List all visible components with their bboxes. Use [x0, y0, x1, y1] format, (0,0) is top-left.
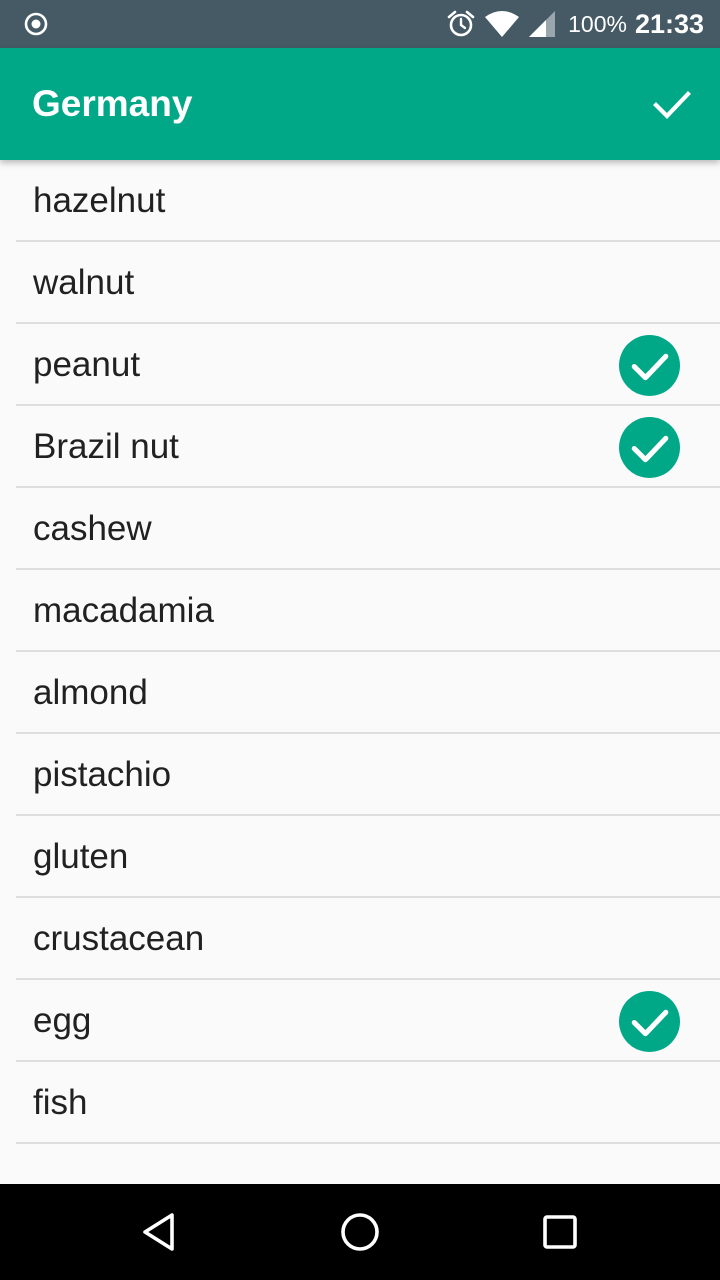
- recents-square-icon: [543, 1215, 577, 1249]
- list-item[interactable]: gluten: [16, 816, 720, 898]
- check-circle-icon: [619, 991, 680, 1052]
- list-item[interactable]: cashew: [16, 488, 720, 570]
- list-item-label: walnut: [33, 263, 135, 302]
- recents-button[interactable]: [536, 1208, 584, 1256]
- list-item-label: Brazil nut: [33, 427, 179, 466]
- list-item-label: crustacean: [33, 919, 205, 958]
- battery-level: 100%: [568, 10, 627, 37]
- app-bar: Germany: [0, 48, 720, 160]
- back-button[interactable]: [136, 1208, 184, 1256]
- list-item[interactable]: fish: [16, 1062, 720, 1144]
- list-item[interactable]: egg: [16, 980, 720, 1062]
- status-right-group: 100% 21:33: [446, 0, 704, 48]
- alarm-icon: [447, 10, 475, 37]
- list-item[interactable]: hazelnut: [16, 160, 720, 242]
- list-item[interactable]: Brazil nut: [16, 406, 720, 488]
- list-item-label: pistachio: [33, 755, 172, 794]
- list-item[interactable]: macadamia: [16, 570, 720, 652]
- confirm-button[interactable]: [640, 72, 704, 136]
- check-circle-icon: [619, 335, 680, 396]
- list-item[interactable]: pistachio: [16, 734, 720, 816]
- list-item-label: macadamia: [33, 591, 214, 630]
- clock: 21:33: [634, 8, 704, 39]
- list-item-label: peanut: [33, 345, 141, 384]
- page-title: Germany: [32, 83, 193, 124]
- allergen-list: hazelnut walnut peanut Brazil nut cashew maca…: [0, 160, 720, 1144]
- list-item-label: egg: [33, 1001, 92, 1040]
- list-item[interactable]: walnut: [16, 242, 720, 324]
- signal-icon: [529, 11, 556, 37]
- list-item-label: fish: [33, 1083, 88, 1122]
- list-item-label: almond: [33, 673, 148, 712]
- record-icon: [24, 12, 48, 36]
- check-circle-icon: [619, 417, 680, 478]
- status-bar: 100% 21:33: [0, 0, 720, 48]
- list-item[interactable]: peanut: [16, 324, 720, 406]
- list-item[interactable]: almond: [16, 652, 720, 734]
- home-circle-icon: [341, 1213, 379, 1251]
- list-item[interactable]: crustacean: [16, 898, 720, 980]
- check-icon: [653, 91, 691, 120]
- wifi-icon: [485, 11, 520, 37]
- list-item-label: cashew: [33, 509, 152, 548]
- list-item-label: hazelnut: [33, 181, 166, 220]
- home-button[interactable]: [336, 1208, 384, 1256]
- navigation-bar: [0, 1184, 720, 1280]
- list-item-label: gluten: [33, 837, 129, 876]
- back-triangle-icon: [143, 1213, 174, 1251]
